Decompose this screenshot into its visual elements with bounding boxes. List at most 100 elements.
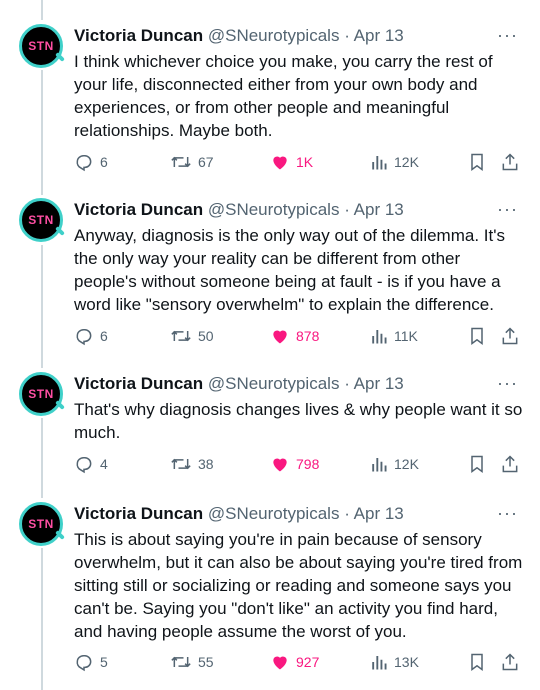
tweet-header: Victoria Duncan @SNeurotypicals · Apr 13 xyxy=(74,502,404,526)
views-button[interactable]: 12K xyxy=(370,150,419,174)
heart-icon xyxy=(273,656,287,670)
author-handle[interactable]: @SNeurotypicals xyxy=(208,26,340,45)
bookmark-button[interactable] xyxy=(468,150,486,174)
reply-icon xyxy=(76,655,92,672)
retweet-button[interactable]: 50 xyxy=(170,324,214,348)
tweet-header: Victoria Duncan @SNeurotypicals · Apr 13 xyxy=(74,24,404,48)
tweet[interactable]: STN Victoria Duncan @SNeurotypicals · Ap… xyxy=(0,502,540,682)
views-button[interactable]: 13K xyxy=(370,650,419,674)
bookmark-button[interactable] xyxy=(468,452,486,476)
tweet-header: Victoria Duncan @SNeurotypicals · Apr 13 xyxy=(74,198,404,222)
retweet-button[interactable]: 67 xyxy=(170,150,214,174)
separator: · xyxy=(344,374,350,393)
retweet-icon xyxy=(171,458,191,470)
share-icon xyxy=(502,327,518,345)
avatar[interactable]: STN xyxy=(19,24,63,68)
reply-icon xyxy=(76,329,92,346)
tweet-text: Anyway, diagnosis is the only way out of… xyxy=(74,226,505,314)
retweet-button[interactable]: 55 xyxy=(170,650,214,674)
tweet-actions: 6 50 878 11K xyxy=(74,324,534,348)
reply-button[interactable]: 6 xyxy=(74,324,108,348)
like-count: 927 xyxy=(296,654,320,670)
share-button[interactable] xyxy=(500,150,520,174)
tweet-header: Victoria Duncan @SNeurotypicals · Apr 13 xyxy=(74,372,404,396)
like-button[interactable]: 927 xyxy=(270,650,319,674)
share-button[interactable] xyxy=(500,324,520,348)
heart-icon xyxy=(273,458,287,472)
tweet[interactable]: STN Victoria Duncan @SNeurotypicals · Ap… xyxy=(0,24,540,184)
share-icon xyxy=(502,153,518,171)
like-button[interactable]: 1K xyxy=(270,150,313,174)
like-button[interactable]: 798 xyxy=(270,452,319,476)
reply-count: 4 xyxy=(100,456,108,472)
tweet-date[interactable]: Apr 13 xyxy=(354,26,404,45)
tweet-date[interactable]: Apr 13 xyxy=(354,200,404,219)
author-handle[interactable]: @SNeurotypicals xyxy=(208,374,340,393)
author-handle[interactable]: @SNeurotypicals xyxy=(208,200,340,219)
views-icon xyxy=(372,330,387,344)
views-icon xyxy=(372,458,387,472)
separator: · xyxy=(344,504,350,523)
views-icon xyxy=(372,156,387,170)
tweet[interactable]: STN Victoria Duncan @SNeurotypicals · Ap… xyxy=(0,198,540,358)
share-button[interactable] xyxy=(500,650,520,674)
retweet-button[interactable]: 38 xyxy=(170,452,214,476)
views-button[interactable]: 11K xyxy=(370,324,418,348)
views-count: 13K xyxy=(394,654,419,670)
author-name[interactable]: Victoria Duncan xyxy=(74,26,203,45)
like-button[interactable]: 878 xyxy=(270,324,319,348)
reply-count: 6 xyxy=(100,154,108,170)
tweet-text: That's why diagnosis changes lives & why… xyxy=(74,400,523,442)
bookmark-button[interactable] xyxy=(468,650,486,674)
retweet-count: 38 xyxy=(198,456,214,472)
tweet-actions: 6 67 1K 12K xyxy=(74,150,534,174)
views-count: 12K xyxy=(394,456,419,472)
heart-icon xyxy=(273,330,287,344)
more-options-icon[interactable]: ··· xyxy=(497,504,518,522)
heart-icon xyxy=(273,156,287,170)
reply-icon xyxy=(76,457,92,474)
bookmark-icon xyxy=(471,153,483,171)
tweet-date[interactable]: Apr 13 xyxy=(354,374,404,393)
reply-button[interactable]: 4 xyxy=(74,452,108,476)
retweet-count: 67 xyxy=(198,154,214,170)
tweet-text: I think whichever choice you make, you c… xyxy=(74,52,493,140)
bookmark-button[interactable] xyxy=(468,324,486,348)
share-icon xyxy=(502,455,518,473)
more-options-icon[interactable]: ··· xyxy=(497,200,518,218)
bookmark-icon xyxy=(471,327,483,345)
more-options-icon[interactable]: ··· xyxy=(497,374,518,392)
author-name[interactable]: Victoria Duncan xyxy=(74,374,203,393)
tweet-date[interactable]: Apr 13 xyxy=(354,504,404,523)
tweet-actions: 4 38 798 12K xyxy=(74,452,534,476)
reply-button[interactable]: 5 xyxy=(74,650,108,674)
share-icon xyxy=(502,653,518,671)
more-options-icon[interactable]: ··· xyxy=(497,26,518,44)
like-count: 878 xyxy=(296,328,320,344)
share-button[interactable] xyxy=(500,452,520,476)
author-name[interactable]: Victoria Duncan xyxy=(74,200,203,219)
retweet-icon xyxy=(171,156,191,168)
like-count: 798 xyxy=(296,456,320,472)
tweet[interactable]: STN Victoria Duncan @SNeurotypicals · Ap… xyxy=(0,372,540,484)
thread-line xyxy=(41,0,43,20)
bookmark-icon xyxy=(471,455,483,473)
avatar[interactable]: STN xyxy=(19,198,63,242)
retweet-count: 55 xyxy=(198,654,214,670)
separator: · xyxy=(344,26,350,45)
avatar[interactable]: STN xyxy=(19,372,63,416)
retweet-icon xyxy=(171,656,191,668)
reply-count: 6 xyxy=(100,328,108,344)
tweet-actions: 5 55 927 13K xyxy=(74,650,534,674)
reply-icon xyxy=(76,155,92,172)
retweet-count: 50 xyxy=(198,328,214,344)
bookmark-icon xyxy=(471,653,483,671)
avatar[interactable]: STN xyxy=(19,502,63,546)
author-handle[interactable]: @SNeurotypicals xyxy=(208,504,340,523)
author-name[interactable]: Victoria Duncan xyxy=(74,504,203,523)
separator: · xyxy=(344,200,350,219)
reply-button[interactable]: 6 xyxy=(74,150,108,174)
views-button[interactable]: 12K xyxy=(370,452,419,476)
views-count: 12K xyxy=(394,154,419,170)
views-count: 11K xyxy=(394,328,418,344)
